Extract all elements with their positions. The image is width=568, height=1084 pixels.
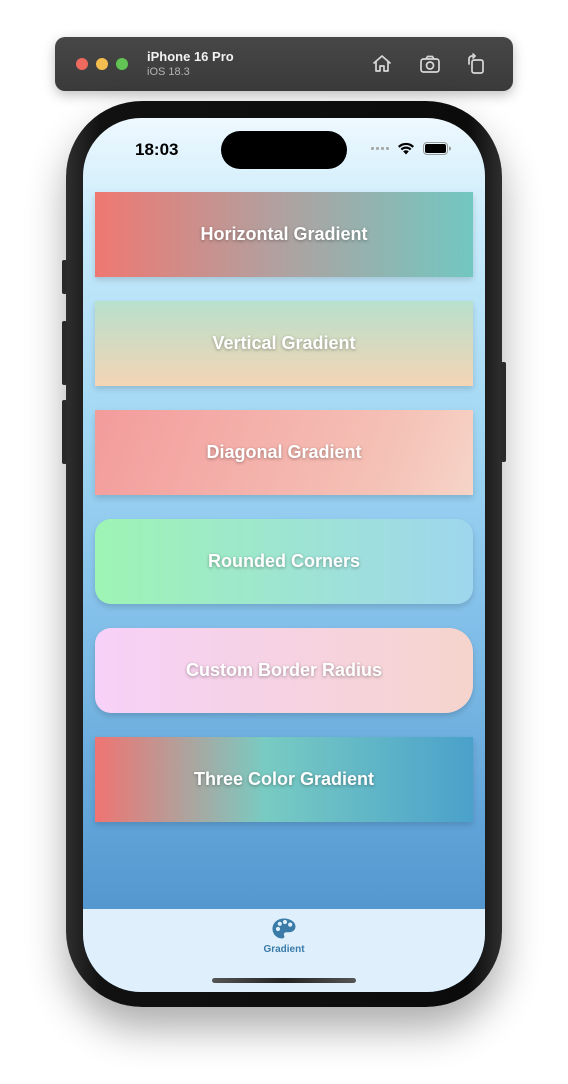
card-label: Vertical Gradient (212, 333, 356, 353)
tab-gradient[interactable]: Gradient (254, 917, 314, 955)
device-name: iPhone 16 Pro (147, 49, 234, 64)
card-label: Rounded Corners (207, 551, 360, 571)
home-button[interactable] (370, 52, 394, 76)
home-indicator[interactable] (212, 978, 356, 983)
status-bar: 18:03 (83, 118, 485, 178)
card-label: Custom Border Radius (185, 660, 383, 680)
palette-icon (272, 918, 296, 939)
rotate-button[interactable] (464, 52, 488, 76)
battery-icon (423, 142, 451, 155)
wifi-icon (398, 142, 414, 155)
custom-border-radius-card[interactable]: Custom Border Radius (95, 628, 473, 713)
minimize-window-button[interactable] (96, 58, 108, 70)
cellular-icon (371, 147, 389, 150)
volume-up-button[interactable] (62, 321, 67, 385)
rotate-icon (468, 53, 484, 74)
action-button[interactable] (62, 260, 67, 294)
dynamic-island (221, 131, 347, 169)
status-icons (371, 142, 451, 155)
rounded-corners-card[interactable]: Rounded Corners (95, 519, 473, 604)
zoom-window-button[interactable] (116, 58, 128, 70)
power-button[interactable] (501, 362, 506, 462)
card-label: Diagonal Gradient (206, 442, 362, 462)
screenshot-button[interactable] (418, 52, 442, 76)
card-label: Three Color Gradient (193, 769, 375, 789)
screenshot-icon (420, 55, 440, 73)
home-icon (373, 55, 391, 72)
horizontal-gradient-card[interactable]: Horizontal Gradient (95, 192, 473, 277)
os-version: iOS 18.3 (147, 66, 190, 78)
vertical-gradient-card[interactable]: Vertical Gradient (95, 301, 473, 386)
status-time: 18:03 (135, 140, 179, 159)
card-label: Horizontal Gradient (200, 224, 368, 244)
simulator-title-bar: iPhone 16 Pro iOS 18.3 (55, 37, 513, 91)
tab-label: Gradient (263, 944, 305, 955)
phone-screen: 18:03 Horizontal Gradient Vertical Gradi… (83, 118, 485, 992)
diagonal-gradient-card[interactable]: Diagonal Gradient (95, 410, 473, 495)
volume-down-button[interactable] (62, 400, 67, 464)
three-color-gradient-card[interactable]: Three Color Gradient (95, 737, 473, 822)
simulator-window: iPhone 16 Pro iOS 18.3 18:03 Horizontal … (0, 0, 568, 1084)
close-window-button[interactable] (76, 58, 88, 70)
